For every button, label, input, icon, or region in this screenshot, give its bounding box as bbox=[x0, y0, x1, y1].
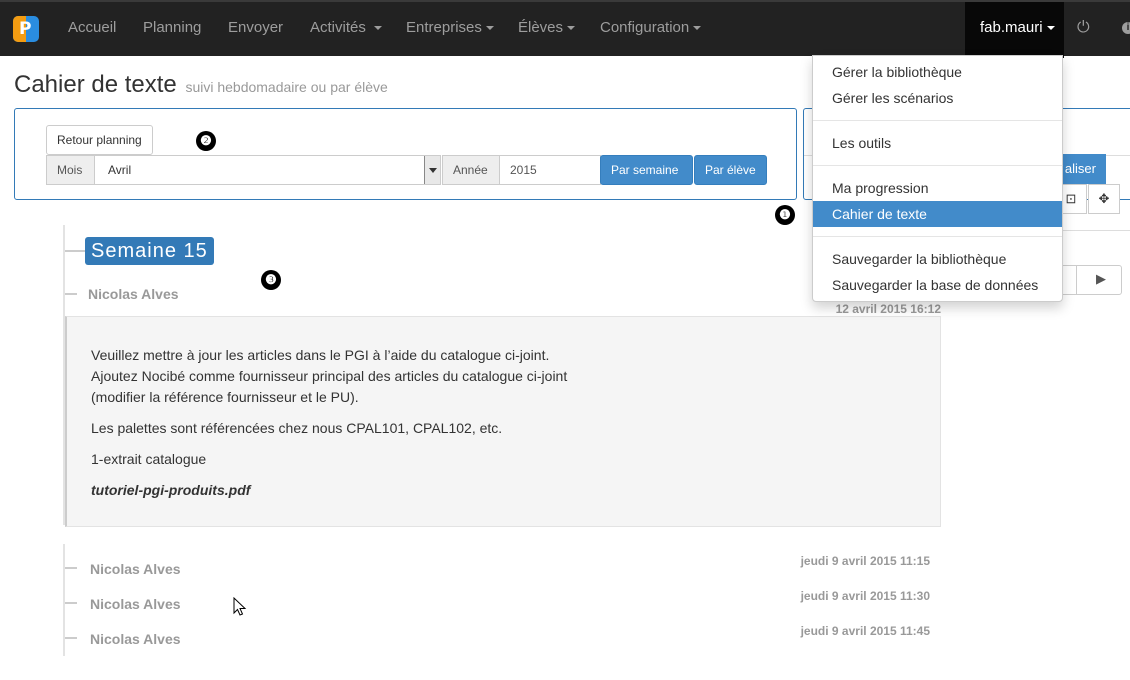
timeline-line bbox=[63, 544, 65, 656]
nav-planning[interactable]: Planning bbox=[143, 19, 201, 36]
info-icon[interactable]: i bbox=[1122, 22, 1130, 34]
timeline-tick bbox=[65, 250, 85, 252]
chevron-down-icon bbox=[485, 26, 494, 31]
menu-divider bbox=[813, 236, 1062, 237]
week-badge: Semaine 15 bbox=[85, 237, 214, 265]
entry-text-line: (modifier la référence fournisseur et le… bbox=[91, 389, 359, 405]
timeline-tick bbox=[65, 602, 77, 604]
par-eleve-button[interactable]: Par élève bbox=[694, 155, 767, 185]
timeline-tick bbox=[65, 637, 77, 639]
menu-gerer-bibliotheque[interactable]: Gérer la bibliothèque bbox=[813, 59, 1062, 85]
entry-student-name[interactable]: Nicolas Alves bbox=[88, 286, 179, 302]
annee-input[interactable]: 2015 bbox=[499, 155, 601, 185]
annee-label: Année bbox=[442, 155, 500, 185]
entry-student-name[interactable]: Nicolas Alves bbox=[90, 596, 181, 612]
filter-panel: Retour planning Mois Avril Année 2015 Pa… bbox=[14, 108, 797, 200]
page-subtitle: suivi hebdomadaire ou par élève bbox=[185, 79, 388, 95]
nav-envoyer[interactable]: Envoyer bbox=[228, 19, 283, 36]
menu-sauvegarder-bibliotheque[interactable]: Sauvegarder la bibliothèque bbox=[813, 246, 1062, 272]
timeline-tick bbox=[65, 567, 77, 569]
marker-1: ❶ bbox=[775, 205, 795, 225]
page-title: Cahier de texte suivi hebdomadaire ou pa… bbox=[14, 71, 388, 98]
timeline-tick bbox=[65, 293, 77, 295]
menu-divider bbox=[813, 120, 1062, 121]
divider bbox=[1062, 230, 1130, 231]
pdf-file-link[interactable]: tutoriel-pgi-produits.pdf bbox=[91, 480, 250, 501]
retour-planning-button[interactable]: Retour planning bbox=[46, 125, 153, 155]
mois-select[interactable]: Avril bbox=[94, 155, 441, 185]
move-icon[interactable]: ✥ bbox=[1088, 184, 1120, 214]
par-semaine-button[interactable]: Par semaine bbox=[600, 155, 693, 185]
mois-label: Mois bbox=[46, 155, 95, 185]
chevron-down-icon[interactable] bbox=[424, 156, 440, 184]
entry-body: Veuillez mettre à jour les articles dans… bbox=[65, 316, 941, 527]
nav-accueil[interactable]: Accueil bbox=[68, 19, 116, 36]
chevron-down-icon bbox=[373, 26, 382, 31]
menu-sauvegarder-base-donnees[interactable]: Sauvegarder la base de données bbox=[813, 272, 1062, 298]
entry-date: jeudi 9 avril 2015 11:15 bbox=[800, 554, 930, 568]
entry-date: jeudi 9 avril 2015 11:45 bbox=[800, 624, 930, 638]
mouse-cursor-icon bbox=[233, 597, 247, 616]
navbar: P Accueil Planning Envoyer Activités Ent… bbox=[0, 0, 1130, 58]
chevron-down-icon bbox=[693, 26, 702, 31]
marker-2: ❷ bbox=[196, 131, 216, 151]
nav-configuration[interactable]: Configuration bbox=[600, 19, 702, 36]
chevron-down-icon bbox=[1046, 26, 1055, 31]
nav-activites[interactable]: Activités bbox=[310, 19, 382, 36]
entry-text-line: Veuillez mettre à jour les articles dans… bbox=[91, 347, 550, 363]
catalogue-link[interactable]: 1-extrait catalogue bbox=[91, 449, 206, 470]
power-icon[interactable]: ⏻ bbox=[1077, 19, 1090, 37]
app-logo-icon[interactable]: P bbox=[13, 16, 39, 42]
nav-entreprises[interactable]: Entreprises bbox=[406, 19, 494, 36]
entry-text-line: Ajoutez Nocibé comme fournisseur princip… bbox=[91, 368, 568, 384]
menu-gerer-scenarios[interactable]: Gérer les scénarios bbox=[813, 85, 1062, 111]
entry-date: 12 avril 2015 16:12 bbox=[835, 302, 941, 316]
chevron-down-icon bbox=[567, 26, 576, 31]
marker-3: ❸ bbox=[261, 270, 281, 290]
entry-text-line: Les palettes sont référencées chez nous … bbox=[91, 420, 503, 436]
menu-les-outils[interactable]: Les outils bbox=[813, 130, 1062, 156]
menu-divider bbox=[813, 165, 1062, 166]
menu-ma-progression[interactable]: Ma progression bbox=[813, 175, 1062, 201]
menu-cahier-de-texte[interactable]: Cahier de texte bbox=[813, 201, 1062, 227]
entry-date: jeudi 9 avril 2015 11:30 bbox=[800, 589, 930, 603]
play-icon[interactable]: ▶ bbox=[1096, 271, 1106, 287]
entry-student-name[interactable]: Nicolas Alves bbox=[90, 631, 181, 647]
nav-eleves[interactable]: Élèves bbox=[518, 19, 576, 36]
entry-student-name[interactable]: Nicolas Alves bbox=[90, 561, 181, 577]
user-dropdown-menu: Gérer la bibliothèque Gérer les scénario… bbox=[812, 55, 1063, 302]
user-menu-toggle[interactable]: fab.mauri bbox=[965, 2, 1064, 58]
